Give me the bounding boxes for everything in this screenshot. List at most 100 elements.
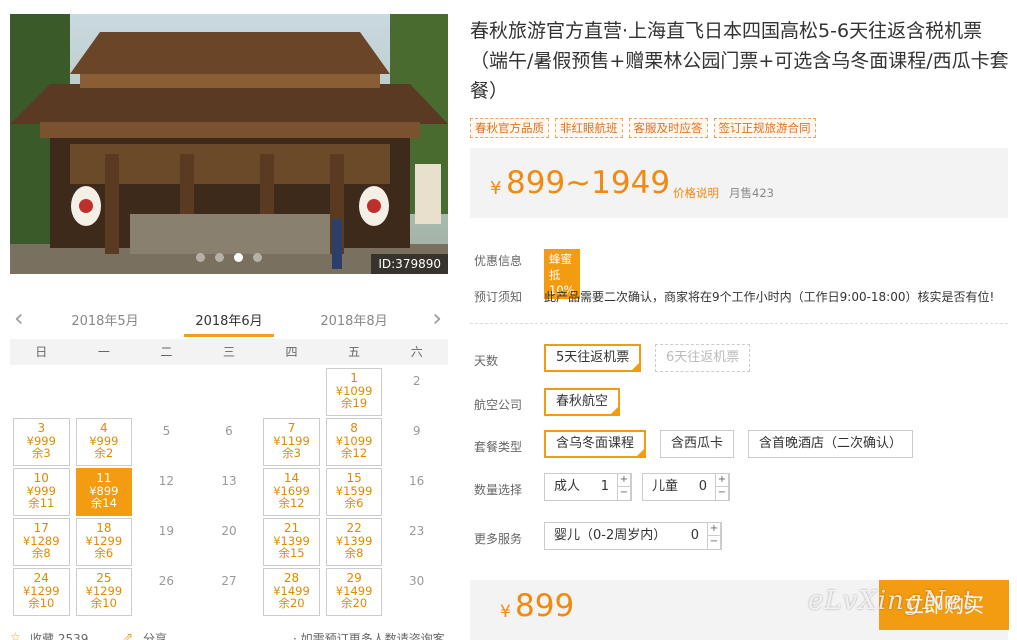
calendar-day-selected[interactable]: 11 ¥899 余14 bbox=[73, 467, 136, 517]
calendar-day bbox=[198, 367, 261, 417]
day-number: 5 bbox=[162, 424, 171, 438]
calendar-day-available[interactable]: 15 ¥1599 余6 bbox=[323, 467, 386, 517]
day-remaining: 余20 bbox=[341, 596, 368, 610]
increment-button[interactable]: + bbox=[708, 523, 720, 536]
day-number: 12 bbox=[158, 474, 175, 488]
tab-next-month[interactable]: 2018年8月 bbox=[309, 310, 399, 329]
weekday-label: 六 bbox=[410, 345, 423, 359]
tab-current-month[interactable]: 2018年6月 bbox=[184, 310, 274, 329]
option-udon-course[interactable]: 含乌冬面课程 bbox=[544, 430, 647, 458]
calendar-day-available[interactable]: 17 ¥1289 余8 bbox=[10, 517, 73, 567]
airline-label: 航空公司 bbox=[474, 398, 523, 412]
calendar-day bbox=[260, 367, 323, 417]
calendar-day-available[interactable]: 10 ¥999 余11 bbox=[10, 467, 73, 517]
decrement-button[interactable]: − bbox=[716, 487, 728, 500]
month-navigation: ‹ 2018年5月 2018年6月 2018年8月 › bbox=[10, 300, 448, 340]
weekday-label: 二 bbox=[160, 345, 173, 359]
promo-label: 优惠信息 bbox=[474, 254, 523, 268]
calendar-day-available[interactable]: 29 ¥1499 余20 bbox=[323, 567, 386, 617]
option-watermelon-card[interactable]: 含西瓜卡 bbox=[660, 430, 735, 458]
day-number: 20 bbox=[221, 524, 237, 538]
calendar-day-available[interactable]: 28 ¥1499 余20 bbox=[260, 567, 323, 617]
day-remaining: 余14 bbox=[90, 496, 117, 510]
feature-tag: 客服及时应答 bbox=[628, 118, 708, 138]
day-number: 2 bbox=[412, 374, 421, 388]
day-number: 22 bbox=[346, 521, 362, 535]
photo-id-label: ID:379890 bbox=[371, 254, 448, 274]
day-remaining: 余2 bbox=[94, 446, 114, 460]
day-number: 30 bbox=[409, 574, 425, 588]
day-remaining: 余12 bbox=[341, 446, 368, 460]
calendar-day-available[interactable]: 1 ¥1099 余19 bbox=[323, 367, 386, 417]
calendar-day-available[interactable]: 24 ¥1299 余10 bbox=[10, 567, 73, 617]
day-number: 21 bbox=[283, 521, 300, 535]
calendar-day: 16 bbox=[385, 467, 448, 517]
infant-value[interactable]: 0 bbox=[687, 523, 699, 549]
day-remaining: 余8 bbox=[31, 546, 51, 560]
day-number: 16 bbox=[409, 474, 425, 488]
monthly-sales: 月售423 bbox=[729, 186, 774, 200]
share-icon[interactable]: ⇗ bbox=[123, 630, 133, 640]
increment-button[interactable]: + bbox=[618, 474, 630, 487]
day-number: 7 bbox=[287, 421, 296, 435]
day-remaining: 余3 bbox=[282, 446, 301, 460]
child-value[interactable]: 0 bbox=[695, 474, 707, 500]
share-link[interactable]: 分享 bbox=[143, 630, 167, 640]
star-icon[interactable]: ☆ bbox=[10, 630, 21, 640]
calendar-day-available[interactable]: 18 ¥1299 余6 bbox=[73, 517, 136, 567]
option-6-days[interactable]: 6天往返机票 bbox=[655, 344, 751, 372]
quantity-label: 数量选择 bbox=[474, 483, 523, 497]
calendar-day-available[interactable]: 21 ¥1399 余15 bbox=[260, 517, 323, 567]
carousel-dot[interactable] bbox=[253, 253, 262, 262]
carousel-dot[interactable] bbox=[196, 253, 205, 262]
day-number: 10 bbox=[33, 471, 49, 485]
chevron-right-icon[interactable]: › bbox=[432, 306, 442, 330]
divider bbox=[470, 323, 1008, 324]
option-first-night-hotel[interactable]: 含首晚酒店（二次确认） bbox=[748, 430, 914, 458]
chevron-left-icon[interactable]: ‹ bbox=[14, 306, 24, 330]
increment-button[interactable]: + bbox=[716, 474, 728, 487]
day-number: 23 bbox=[409, 524, 425, 538]
calendar-day: 20 bbox=[198, 517, 261, 567]
calendar-day-available[interactable]: 4 ¥999 余2 bbox=[73, 417, 136, 467]
price-note-link[interactable]: 价格说明 bbox=[673, 185, 719, 201]
product-photo[interactable]: ID:379890 bbox=[10, 14, 448, 274]
calendar-day-available[interactable]: 8 ¥1099 余12 bbox=[323, 417, 386, 467]
calendar-day-available[interactable]: 22 ¥1399 余8 bbox=[323, 517, 386, 567]
day-remaining: 余8 bbox=[344, 546, 364, 560]
carousel-dot[interactable] bbox=[215, 253, 224, 262]
child-stepper[interactable]: 儿童 0 + − bbox=[642, 473, 730, 501]
option-airline-spring[interactable]: 春秋航空 bbox=[544, 388, 621, 416]
calendar-day: 23 bbox=[385, 517, 448, 567]
adult-value[interactable]: 1 bbox=[597, 474, 609, 500]
carousel-dot-active[interactable] bbox=[234, 253, 243, 262]
calendar-day: 9 bbox=[385, 417, 448, 467]
decrement-button[interactable]: − bbox=[618, 487, 630, 500]
option-5-days[interactable]: 5天往返机票 bbox=[544, 344, 642, 372]
calendar-day-available[interactable]: 14 ¥1699 余12 bbox=[260, 467, 323, 517]
day-number: 4 bbox=[100, 421, 108, 435]
day-remaining: 余19 bbox=[341, 396, 368, 410]
decrement-button[interactable]: − bbox=[708, 536, 720, 549]
day-remaining: 余6 bbox=[344, 496, 364, 510]
day-number: 14 bbox=[283, 471, 300, 485]
price-range: 899~1949 bbox=[506, 165, 671, 201]
total-currency: ¥ bbox=[500, 602, 511, 622]
buy-now-button[interactable]: 立即购买 bbox=[879, 580, 1009, 630]
day-remaining: 余12 bbox=[278, 496, 305, 510]
day-remaining: 余20 bbox=[278, 596, 305, 610]
favorite-count[interactable]: 收藏 2539 bbox=[30, 630, 88, 640]
weekday-label: 五 bbox=[348, 345, 361, 359]
adult-stepper[interactable]: 成人 1 + − bbox=[544, 473, 632, 501]
calendar-day-available[interactable]: 25 ¥1299 余10 bbox=[73, 567, 136, 617]
calendar-day bbox=[10, 367, 73, 417]
calendar-day: 30 bbox=[385, 567, 448, 617]
calendar-day: 27 bbox=[198, 567, 261, 617]
more-service-label: 更多服务 bbox=[474, 532, 523, 546]
day-number: 1 bbox=[350, 371, 358, 385]
tab-prev-month[interactable]: 2018年5月 bbox=[60, 310, 150, 329]
calendar-day-available[interactable]: 7 ¥1199 余3 bbox=[260, 417, 323, 467]
currency-symbol: ¥ bbox=[490, 178, 502, 199]
infant-stepper[interactable]: 婴儿（0-2周岁内） 0 + − bbox=[544, 522, 722, 550]
calendar-day-available[interactable]: 3 ¥999 余3 bbox=[10, 417, 73, 467]
